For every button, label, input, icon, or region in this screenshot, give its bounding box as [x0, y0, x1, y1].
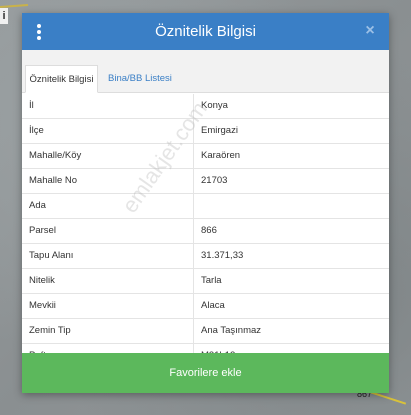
- row-value: Emirgazi: [201, 125, 238, 136]
- row-value: 866: [201, 225, 217, 236]
- row-value: Konya: [201, 100, 228, 111]
- row-key: Mevkii: [22, 294, 194, 318]
- close-icon[interactable]: ×: [361, 22, 379, 40]
- attribute-table: İl Konya İlçe Emirgazi Mahalle/Köy Karaö…: [22, 94, 389, 369]
- row-key: İl: [22, 94, 194, 118]
- table-row: Nitelik Tarla: [22, 269, 389, 294]
- table-row: İl Konya: [22, 94, 389, 119]
- row-value: [194, 194, 389, 218]
- table-row: Parsel 866: [22, 219, 389, 244]
- table-row: Mahalle No 21703: [22, 169, 389, 194]
- row-value: 21703: [201, 175, 228, 186]
- table-row: İlçe Emirgazi: [22, 119, 389, 144]
- tab-building-list[interactable]: Bina/BB Listesi: [102, 65, 178, 93]
- add-to-favorites-button[interactable]: Favorilere ekle: [22, 353, 389, 393]
- table-row: Mahalle/Köy Karaören: [22, 144, 389, 169]
- row-key: İlçe: [22, 119, 194, 143]
- dialog-header: Öznitelik Bilgisi ×: [22, 13, 389, 50]
- row-key: Mahalle/Köy: [22, 144, 194, 168]
- table-row: Mevkii Alaca: [22, 294, 389, 319]
- row-key: Ada: [22, 194, 194, 218]
- table-row: Zemin Tip Ana Taşınmaz: [22, 319, 389, 344]
- row-value: Karaören: [201, 150, 241, 161]
- row-value: Tarla: [201, 275, 222, 286]
- row-key: Tapu Alanı: [22, 244, 194, 268]
- dialog-title: Öznitelik Bilgisi: [155, 23, 256, 40]
- tab-attribute-info[interactable]: Öznitelik Bilgisi: [25, 65, 98, 93]
- table-row: Tapu Alanı 31.371,33: [22, 244, 389, 269]
- map-info-tool-button[interactable]: i: [0, 8, 8, 24]
- row-key: Nitelik: [22, 269, 194, 293]
- row-value: 31.371,33: [201, 250, 244, 261]
- attribute-info-dialog: Öznitelik Bilgisi × Öznitelik Bilgisi Bi…: [22, 13, 389, 393]
- row-value: Ana Taşınmaz: [201, 325, 262, 336]
- tab-bar: Öznitelik Bilgisi Bina/BB Listesi: [22, 50, 389, 93]
- vertical-dots-icon[interactable]: [34, 22, 44, 42]
- table-row: Ada: [22, 194, 389, 219]
- row-key: Parsel: [22, 219, 194, 243]
- row-value: Alaca: [201, 300, 225, 311]
- row-key: Zemin Tip: [22, 319, 194, 343]
- row-key: Mahalle No: [22, 169, 194, 193]
